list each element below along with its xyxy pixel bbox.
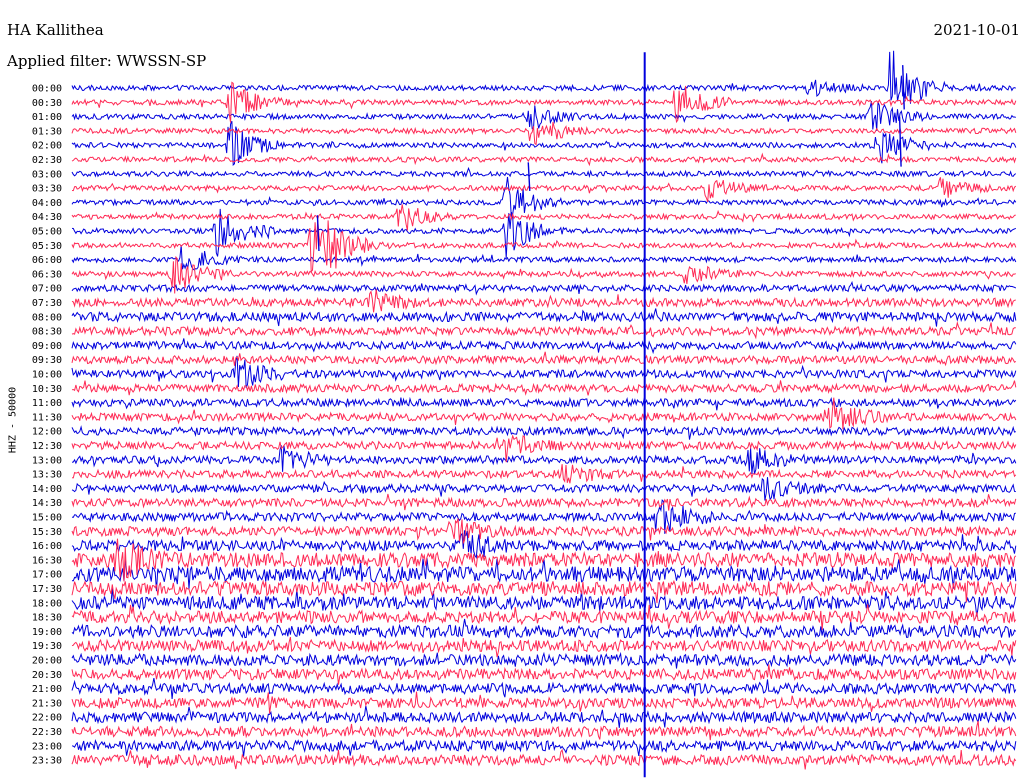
time-label: 05:00 [32, 227, 62, 238]
trace-row-19:00 [71, 618, 1017, 640]
time-label: 02:30 [32, 155, 62, 166]
time-label: 13:00 [32, 455, 62, 466]
time-label: 20:30 [32, 670, 62, 681]
time-label-layer: 00:00 00:30 01:00 01:30 02:00 02:30 03:00 03:30… [32, 84, 62, 767]
trace-row-10:00 [71, 355, 1017, 389]
time-label: 07:00 [32, 284, 62, 295]
time-label: 13:30 [32, 470, 62, 481]
time-label: 07:30 [32, 298, 62, 309]
trace-row-08:00 [71, 308, 1017, 327]
time-label: 10:00 [32, 370, 62, 381]
time-label: 18:00 [32, 598, 62, 609]
time-label: 17:00 [32, 570, 62, 581]
trace-row-22:30 [71, 720, 1017, 741]
trace-row-06:00 [71, 245, 1017, 271]
trace-layer [71, 50, 1017, 778]
trace-row-08:30 [71, 320, 1016, 340]
spike-3 [316, 215, 320, 252]
time-label: 19:00 [32, 627, 62, 638]
time-label: 22:00 [32, 713, 62, 724]
trace-row-20:30 [71, 664, 1017, 685]
trace-row-15:30 [71, 518, 1017, 545]
time-label: 19:30 [32, 641, 62, 652]
trace-row-00:00 [71, 50, 1016, 104]
trace-row-09:00 [71, 338, 1017, 355]
trace-row-10:30 [71, 380, 1017, 396]
time-label: 10:30 [32, 384, 62, 395]
trace-row-14:30 [71, 493, 1017, 511]
time-label: 06:30 [32, 269, 62, 280]
time-label: 14:30 [32, 498, 62, 509]
time-label: 08:00 [32, 312, 62, 323]
trace-row-01:00 [71, 100, 1016, 131]
time-label: 04:00 [32, 198, 62, 209]
time-label: 06:00 [32, 255, 62, 266]
trace-row-05:00 [71, 208, 1016, 259]
time-label: 08:30 [32, 327, 62, 338]
trace-row-14:00 [71, 477, 1016, 501]
time-label: 15:00 [32, 513, 62, 524]
time-label: 04:30 [32, 212, 62, 223]
trace-row-01:30 [71, 121, 1017, 146]
time-label: 16:00 [32, 541, 62, 552]
trace-row-21:30 [71, 691, 1017, 714]
time-label: 23:30 [32, 756, 62, 767]
time-label: 05:30 [32, 241, 62, 252]
trace-row-21:00 [71, 678, 1017, 699]
trace-row-20:00 [71, 651, 1017, 669]
time-label: 21:00 [32, 684, 62, 695]
time-label: 09:30 [32, 355, 62, 366]
trace-row-07:30 [71, 289, 1016, 313]
trace-row-16:30 [71, 538, 1017, 582]
time-label: 20:00 [32, 656, 62, 667]
time-label: 15:30 [32, 527, 62, 538]
trace-row-23:00 [71, 738, 1017, 757]
trace-row-11:30 [71, 397, 1017, 430]
time-label: 03:30 [32, 184, 62, 195]
trace-row-03:00 [71, 166, 1017, 179]
trace-row-09:30 [71, 351, 1017, 367]
time-label: 03:00 [32, 169, 62, 180]
trace-row-07:00 [71, 280, 1017, 296]
time-label: 17:30 [32, 584, 62, 595]
trace-row-03:30 [71, 177, 1017, 202]
time-label: 00:00 [32, 84, 62, 95]
time-label: 12:00 [32, 427, 62, 438]
time-label: 16:30 [32, 555, 62, 566]
time-label: 09:00 [32, 341, 62, 352]
time-label: 18:30 [32, 613, 62, 624]
trace-row-17:30 [71, 579, 1017, 604]
trace-row-02:30 [71, 152, 1017, 167]
time-label: 23:00 [32, 741, 62, 752]
trace-row-23:30 [71, 748, 1017, 770]
time-label: 11:30 [32, 412, 62, 423]
time-label: 02:00 [32, 141, 62, 152]
seismogram-plot: 00:00 00:30 01:00 01:30 02:00 02:30 03:00 03:30… [32, 50, 1017, 778]
trace-row-13:30 [71, 464, 1017, 484]
trace-row-04:00 [71, 176, 1017, 219]
time-label: 12:30 [32, 441, 62, 452]
time-label: 01:30 [32, 126, 62, 137]
time-label: 21:30 [32, 698, 62, 709]
time-label: 22:30 [32, 727, 62, 738]
time-label: 00:30 [32, 98, 62, 109]
trace-row-12:00 [71, 425, 1016, 440]
trace-row-22:00 [71, 705, 1017, 728]
time-label: 01:00 [32, 112, 62, 123]
time-label: 14:00 [32, 484, 62, 495]
time-label: 11:00 [32, 398, 62, 409]
trace-row-11:00 [71, 396, 1017, 411]
